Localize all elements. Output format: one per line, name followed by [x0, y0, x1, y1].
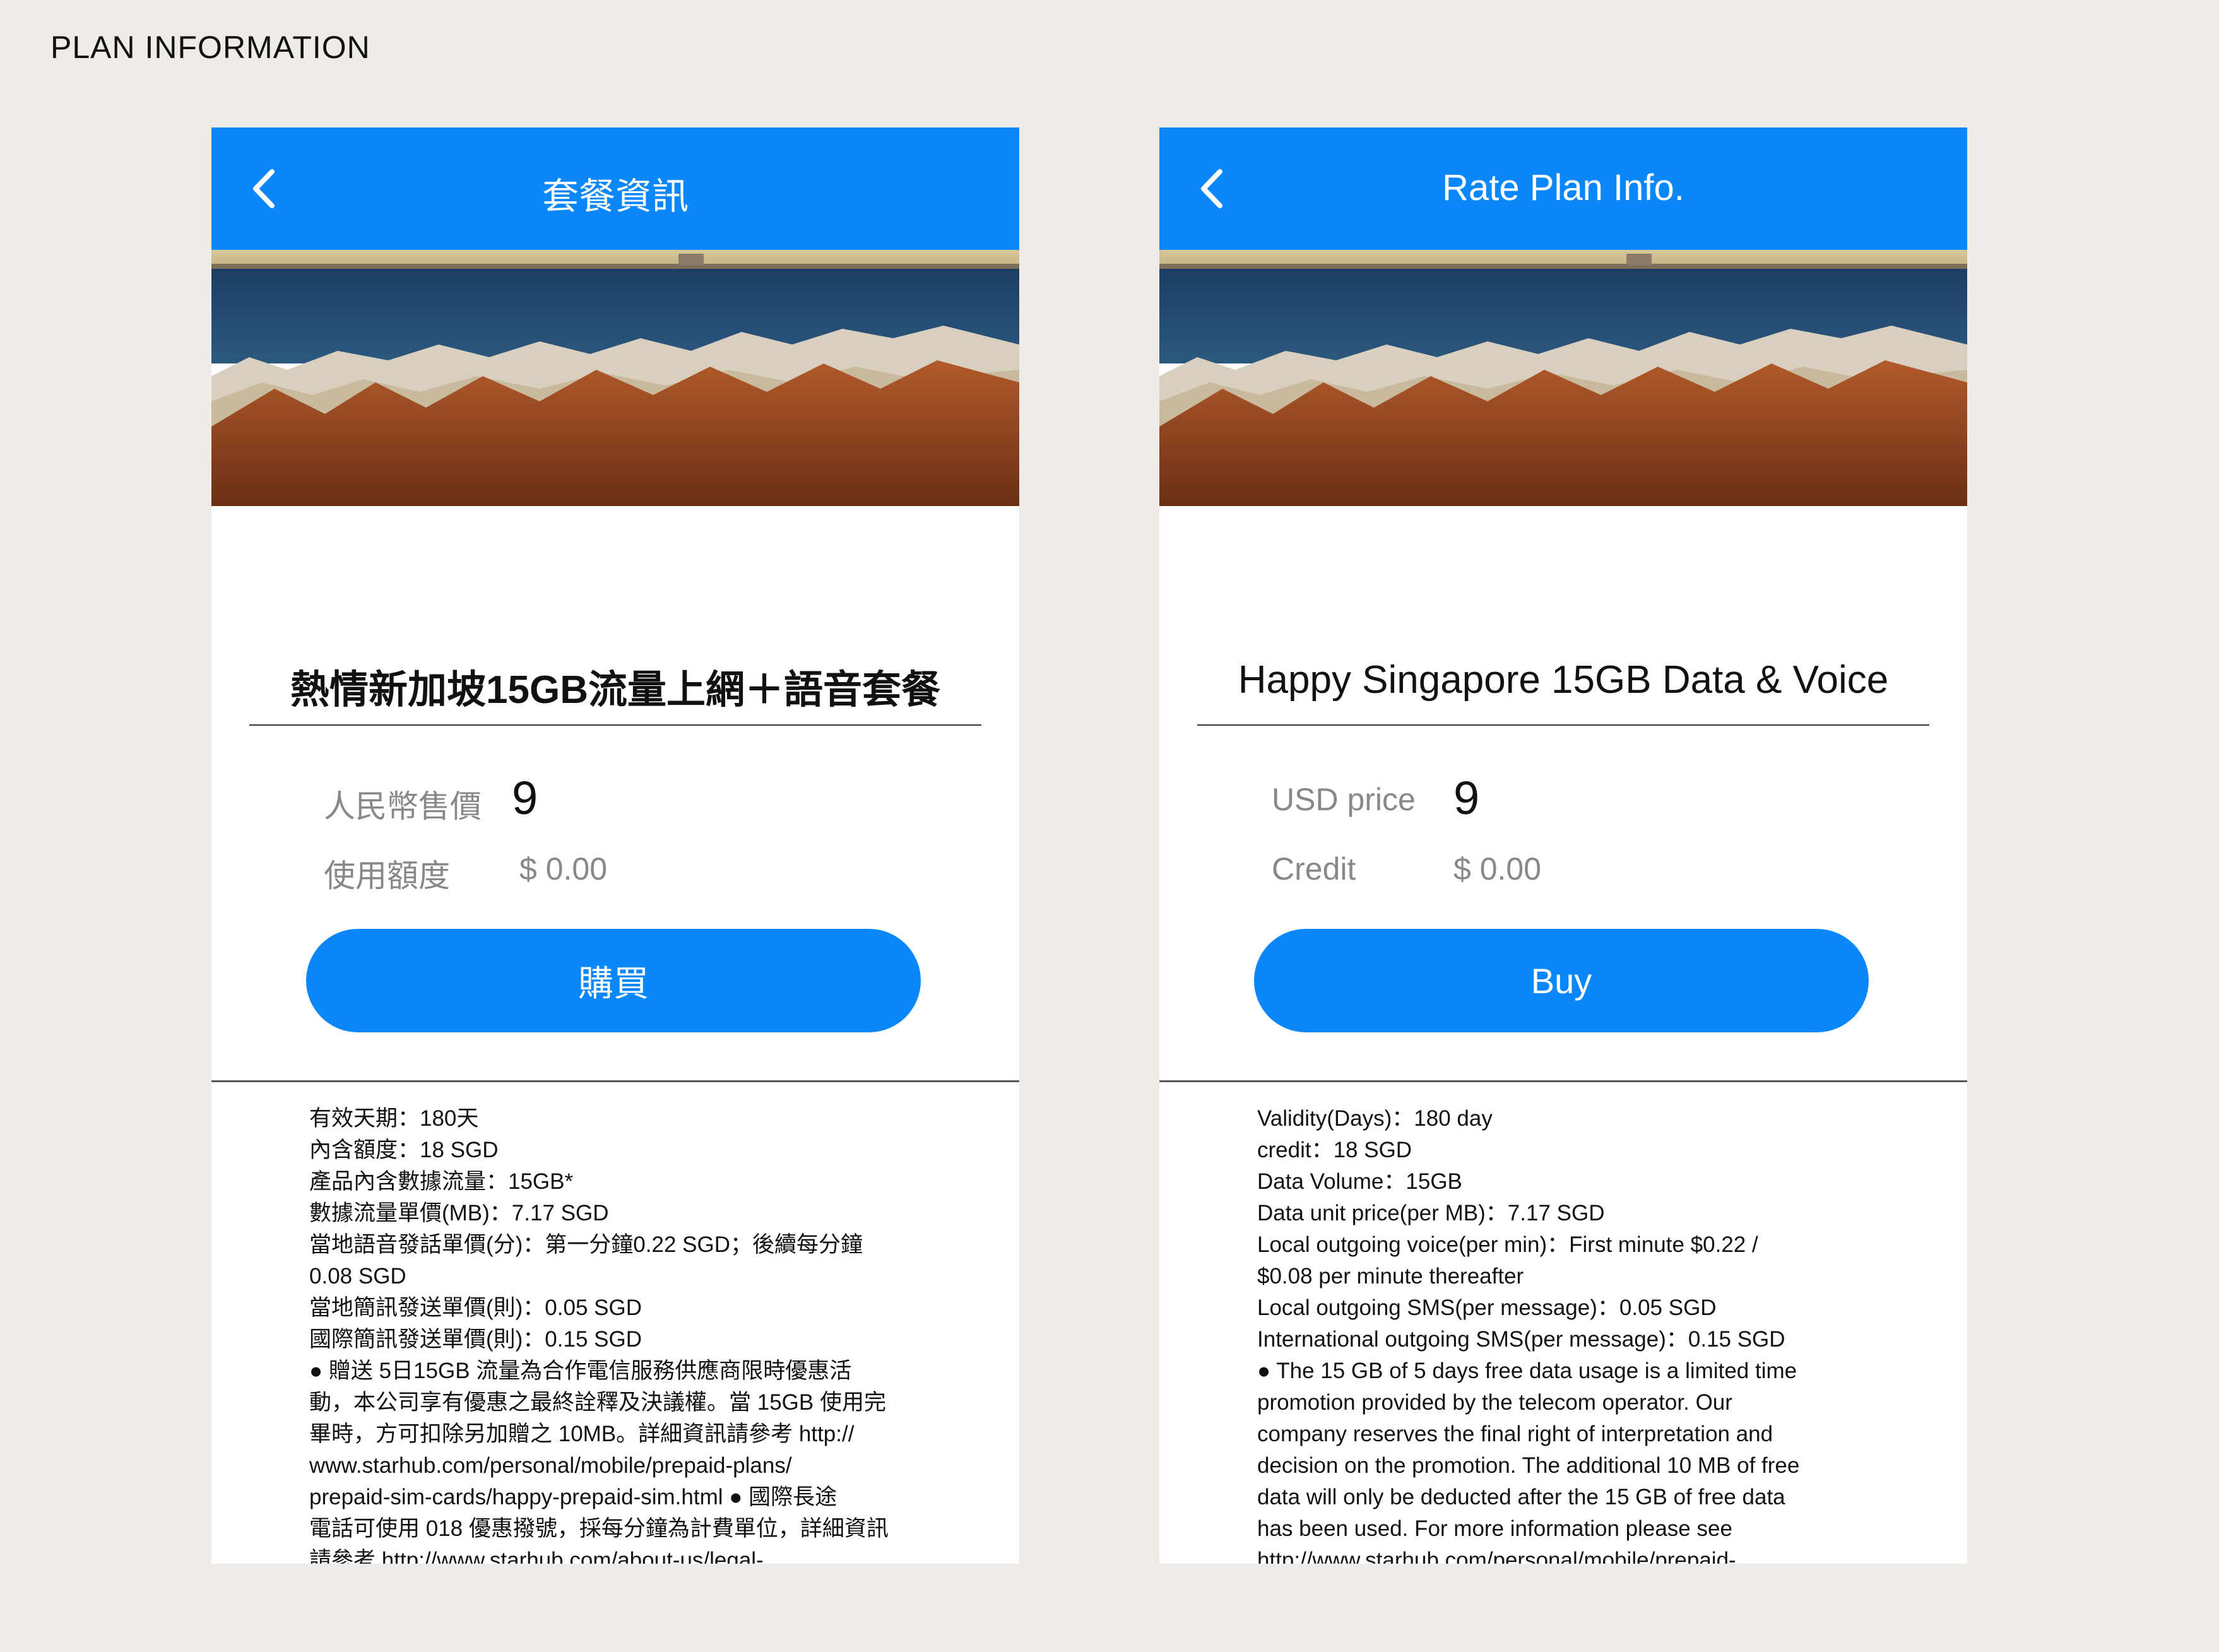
detail-line: decision on the promotion. The additiona… [1257, 1453, 1800, 1478]
divider [1159, 1080, 1967, 1082]
credit-value: $ 0.00 [1453, 851, 1542, 887]
detail-line: 國際簡訊發送單價(則)：0.15 SGD [309, 1327, 642, 1352]
credit-label: 使用額度 [324, 858, 450, 894]
detail-line: www.starhub.com/personal/mobile/prepaid-… [309, 1453, 792, 1478]
detail-line: Validity(Days)：180 day [1257, 1106, 1493, 1131]
detail-line: ● The 15 GB of 5 days free data usage is… [1257, 1359, 1797, 1383]
detail-line: 有效天期：180天 [309, 1106, 479, 1131]
buy-button[interactable]: Buy [1254, 929, 1869, 1032]
plan-photo [1159, 250, 1967, 506]
detail-line: has been used. For more information plea… [1257, 1516, 1732, 1541]
phone-screen-chinese: 套餐資訊 熱情新加坡15GB流量上網＋語音套餐 人民幣售價 9 使用額度 $ 0… [211, 127, 1019, 1564]
price-value: 9 [512, 772, 538, 824]
divider [211, 1080, 1019, 1082]
detail-line: 當地簡訊發送單價(則)：0.05 SGD [309, 1295, 642, 1320]
price-value: 9 [1453, 772, 1480, 824]
plan-details: Validity(Days)：180 day credit：18 SGD Dat… [1257, 1103, 1873, 1564]
plan-name: Happy Singapore 15GB Data & Voice [1238, 658, 1889, 702]
detail-line: 產品內含數據流量：15GB* [309, 1169, 574, 1194]
detail-line: 電話可使用 018 優惠撥號，採每分鐘為計費單位，詳細資訊 [309, 1516, 889, 1541]
detail-line: Data unit price(per MB)：7.17 SGD [1257, 1201, 1605, 1225]
detail-line: 請參考 http://www.starhub.com/about-us/lega… [309, 1548, 764, 1564]
detail-line: 當地語音發話單價(分)：第一分鐘0.22 SGD；後續每分鐘 [309, 1232, 863, 1257]
divider [1197, 724, 1929, 726]
header-title: 套餐資訊 [541, 176, 689, 217]
detail-line: $0.08 per minute thereafter [1257, 1264, 1524, 1289]
header-bar: 套餐資訊 [211, 127, 1019, 250]
detail-line: data will only be deducted after the 15 … [1257, 1485, 1785, 1509]
credit-label: Credit [1272, 851, 1356, 887]
detail-line: Local outgoing SMS(per message)：0.05 SGD [1257, 1295, 1717, 1320]
header-bar: Rate Plan Info. [1159, 127, 1967, 250]
plan-name: 熱情新加坡15GB流量上網＋語音套餐 [290, 668, 940, 712]
detail-line: 數據流量單價(MB)：7.17 SGD [309, 1201, 609, 1225]
detail-line: 動，本公司享有優惠之最終詮釋及決議權。當 15GB 使用完 [309, 1390, 886, 1415]
header-title: Rate Plan Info. [1442, 167, 1684, 208]
detail-line: 畢時，方可扣除另加贈之 10MB。詳細資訊請參考 http:// [309, 1422, 855, 1446]
page-title: PLAN INFORMATION [50, 30, 370, 65]
detail-line: prepaid-sim-cards/happy-prepaid-sim.html… [309, 1485, 837, 1509]
price-label: USD price [1272, 782, 1416, 817]
divider [249, 724, 981, 726]
buy-button[interactable]: 購買 [306, 929, 921, 1032]
detail-line: ● 贈送 5日15GB 流量為合作電信服務供應商限時優惠活 [309, 1359, 852, 1383]
detail-line: credit：18 SGD [1257, 1138, 1412, 1162]
plan-photo [211, 250, 1019, 506]
plan-details: 有效天期：180天 內含額度：18 SGD 產品內含數據流量：15GB* 數據流… [309, 1103, 925, 1564]
credit-value: $ 0.00 [519, 851, 608, 887]
detail-line: 0.08 SGD [309, 1264, 406, 1289]
detail-line: Local outgoing voice(per min)：First minu… [1257, 1232, 1758, 1257]
phone-screen-english: Rate Plan Info. Happy Singapore 15GB Dat… [1159, 127, 1967, 1564]
detail-line: http://www.starhub.com/personal/mobile/p… [1257, 1548, 1736, 1564]
detail-line: Data Volume：15GB [1257, 1169, 1462, 1194]
detail-line: promotion provided by the telecom operat… [1257, 1390, 1732, 1415]
price-label: 人民幣售價 [324, 789, 482, 824]
detail-line: International outgoing SMS(per message)：… [1257, 1327, 1785, 1352]
detail-line: company reserves the final right of inte… [1257, 1422, 1773, 1446]
detail-line: 內含額度：18 SGD [309, 1138, 499, 1162]
